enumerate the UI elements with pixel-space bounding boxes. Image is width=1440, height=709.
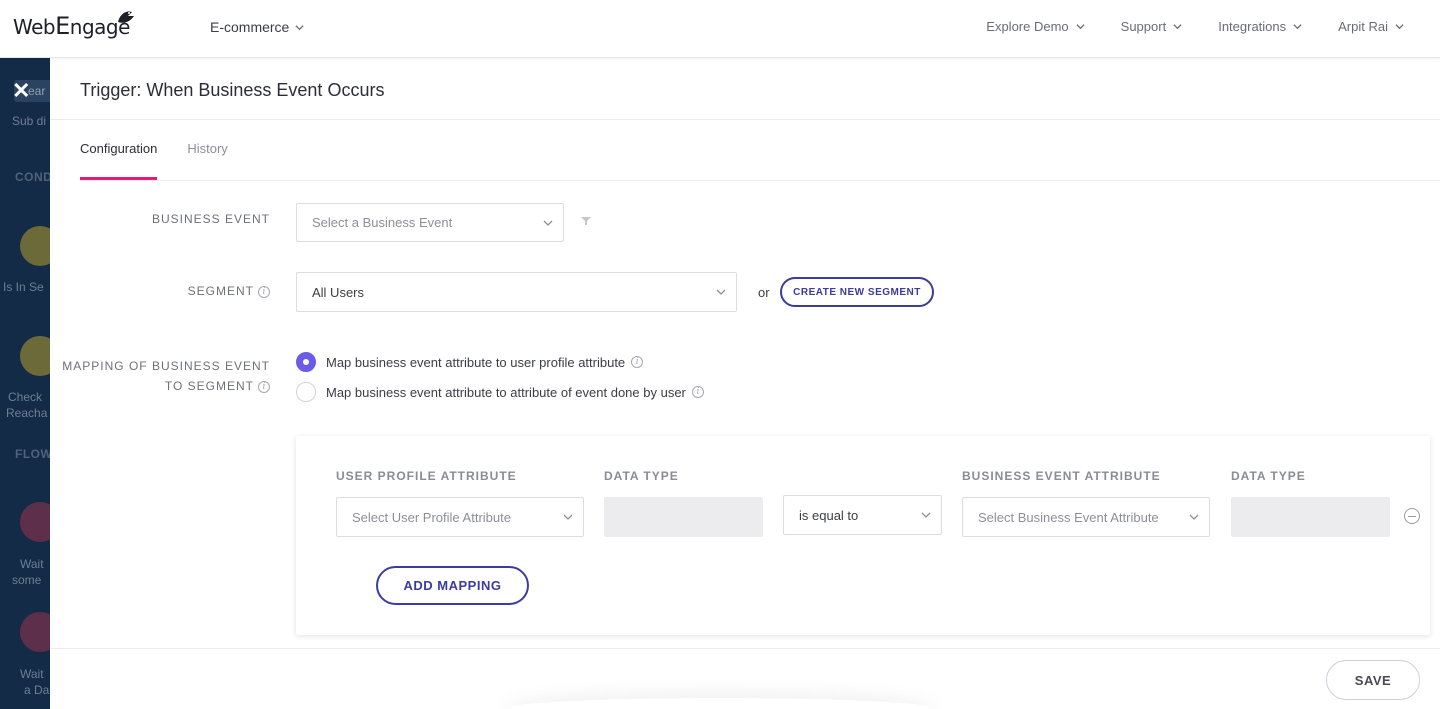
flow-wait-date-icon	[20, 612, 50, 652]
sidebar-item-is-in-segment: Is In Se	[3, 280, 44, 294]
business-event-placeholder: Select a Business Event	[312, 215, 453, 230]
segment-value: All Users	[312, 284, 365, 300]
journey-sidebar-background: ear ✕ Sub di COND Is In Se Check Reacha …	[0, 58, 50, 709]
chevron-down-icon	[543, 220, 553, 226]
chevron-down-icon	[1293, 24, 1302, 30]
chevron-down-icon	[1395, 24, 1404, 30]
sidebar-section-flow: FLOW	[15, 447, 50, 461]
col-header-user-profile-attribute: USER PROFILE ATTRIBUTE	[336, 469, 517, 483]
data-type-field-disabled	[604, 497, 763, 537]
sidebar-item-check: Check	[8, 390, 43, 404]
chevron-down-icon	[921, 512, 931, 518]
tab-configuration[interactable]: Configuration	[80, 120, 158, 180]
webengage-logo[interactable]: WebEngage	[13, 10, 134, 44]
info-icon[interactable]: i	[258, 285, 270, 298]
nav-explore-demo[interactable]: Explore Demo	[986, 19, 1085, 34]
sidebar-fragment: Sub di	[12, 114, 47, 128]
business-event-label: BUSINESS EVENT	[151, 212, 270, 226]
footer-shadow	[510, 698, 930, 709]
sidebar-search-text: ear	[28, 84, 46, 98]
trigger-config-panel: Trigger: When Business Event Occurs Conf…	[50, 58, 1440, 709]
nav-integrations[interactable]: Integrations	[1218, 19, 1302, 34]
add-mapping-button[interactable]: ADD MAPPING	[376, 566, 529, 605]
minus-circle-icon[interactable]	[1404, 508, 1420, 524]
sidebar-item-wait-2: Wait	[20, 667, 44, 681]
top-navbar: WebEngage E-commerce Explore Demo Suppor…	[0, 0, 1440, 58]
nav-support[interactable]: Support	[1121, 19, 1183, 34]
segment-select[interactable]: All Users	[296, 272, 737, 312]
segment-label: SEGMENT i	[110, 281, 270, 301]
project-name: E-commerce	[210, 19, 290, 35]
project-switcher[interactable]: E-commerce	[210, 19, 304, 35]
panel-title: Trigger: When Business Event Occurs	[80, 80, 385, 100]
chevron-down-icon	[1173, 24, 1182, 30]
flow-wait-icon	[20, 502, 50, 542]
top-nav-menu: Explore Demo Support Integrations Arpit …	[986, 19, 1404, 34]
operator-value: is equal to	[799, 507, 859, 523]
business-event-attribute-select[interactable]: Select Business Event Attribute	[962, 497, 1210, 537]
chevron-down-icon	[563, 514, 573, 520]
logo-text: WebEngage	[13, 12, 130, 40]
sidebar-item-some-time: some	[12, 573, 42, 587]
sidebar-item-reachability: Reacha	[6, 406, 48, 420]
business-event-select[interactable]: Select a Business Event	[296, 203, 564, 242]
data-type-field-disabled-2	[1231, 497, 1390, 537]
chevron-down-icon	[295, 24, 304, 30]
radio-unselected[interactable]	[296, 382, 316, 402]
nav-user-menu[interactable]: Arpit Rai	[1338, 19, 1404, 34]
chevron-down-icon	[1076, 24, 1085, 30]
condition-reachability-icon	[20, 336, 50, 376]
user-profile-attribute-select[interactable]: Select User Profile Attribute	[336, 497, 584, 537]
col-header-data-type-2: DATA TYPE	[1231, 469, 1306, 483]
radio-selected[interactable]	[296, 352, 316, 372]
create-new-segment-button[interactable]: CREATE NEW SEGMENT	[780, 277, 934, 307]
info-icon[interactable]: i	[258, 380, 270, 393]
sidebar-item-wait: Wait	[20, 557, 44, 571]
operator-select[interactable]: is equal to	[783, 495, 942, 535]
mapping-label: MAPPING OF BUSINESS EVENT TO SEGMENT i	[62, 359, 270, 393]
mapping-option-user-profile[interactable]: Map business event attribute to user pro…	[296, 352, 644, 372]
panel-tabs: Configuration History	[80, 120, 228, 180]
chevron-down-icon	[716, 289, 726, 295]
condition-segment-icon	[20, 226, 50, 266]
col-header-business-event-attribute: BUSINESS EVENT ATTRIBUTE	[962, 469, 1161, 483]
footer-divider	[50, 648, 1440, 649]
logo-bird-icon	[117, 11, 134, 23]
tab-history[interactable]: History	[187, 120, 227, 180]
filter-icon[interactable]	[581, 216, 591, 226]
sidebar-item-a-date: a Da	[24, 683, 50, 697]
tabs-divider	[80, 180, 1440, 181]
sidebar-section-conditions: COND	[15, 170, 50, 184]
save-button[interactable]: SAVE	[1326, 660, 1420, 700]
header-divider	[50, 119, 1440, 120]
chevron-down-icon	[1189, 514, 1199, 520]
business-event-attribute-placeholder: Select Business Event Attribute	[978, 509, 1159, 525]
mapping-card: USER PROFILE ATTRIBUTE DATA TYPE BUSINES…	[296, 436, 1430, 635]
info-icon[interactable]: i	[691, 386, 704, 398]
close-icon[interactable]: ✕	[12, 80, 30, 102]
mapping-option-event-attribute[interactable]: Map business event attribute to attribut…	[296, 382, 704, 402]
info-icon[interactable]: i	[631, 356, 644, 368]
col-header-data-type: DATA TYPE	[604, 469, 679, 483]
or-text: or	[758, 285, 770, 300]
user-profile-attribute-placeholder: Select User Profile Attribute	[352, 509, 511, 525]
